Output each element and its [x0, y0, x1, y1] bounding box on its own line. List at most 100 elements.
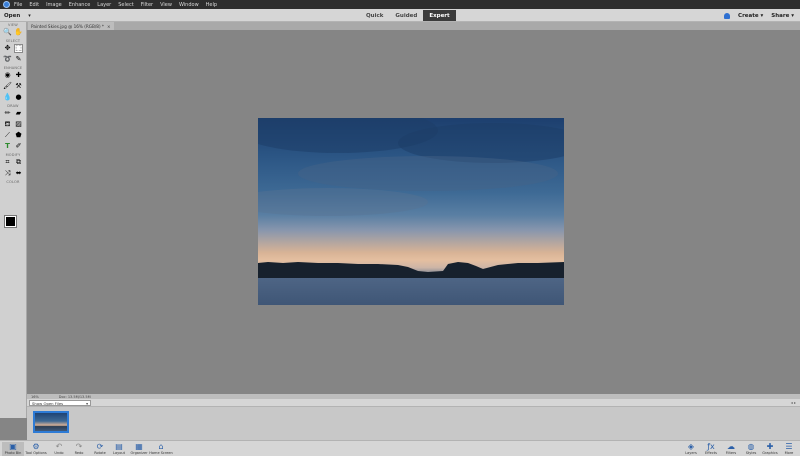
undo-icon: ↶ [55, 442, 63, 451]
water-surface [258, 278, 564, 305]
menu-edit[interactable]: Edit [29, 2, 39, 8]
create-button[interactable]: Create ▾ [738, 13, 763, 19]
content-aware-move-tool-icon[interactable]: ⤨ [3, 169, 12, 178]
sponge-tool-icon[interactable]: ● [14, 93, 23, 102]
type-tool-icon[interactable]: T [3, 142, 12, 151]
mode-quick[interactable]: Quick [360, 10, 389, 21]
undo-label: Undo [54, 451, 64, 455]
menu-image[interactable]: Image [46, 2, 62, 8]
organizer-label: Organizer [130, 451, 148, 455]
chevron-down-icon: ▾ [86, 400, 88, 406]
bottom-taskbar: ▣ Photo Bin ⚙ Tool Options ↶ Undo ↷ Redo… [0, 440, 800, 456]
show-files-select[interactable]: Show Open Files ▾ [29, 400, 91, 406]
cloud-shape [298, 156, 558, 191]
pencil-tool-icon[interactable]: ✐ [14, 142, 23, 151]
zoom-tool-icon[interactable]: 🔍 [3, 28, 12, 37]
filters-label: Filters [725, 451, 737, 455]
brush-tool-icon[interactable]: ✏ [3, 109, 12, 118]
crop-tool-icon[interactable]: ⌗ [3, 158, 12, 167]
lasso-tool-icon[interactable]: ➰ [3, 55, 12, 64]
photo-bin-header: Show Open Files ▾ ◂ ▸ [27, 399, 800, 407]
menu-file[interactable]: File [14, 2, 22, 8]
menu-window[interactable]: Window [179, 2, 199, 8]
photo-thumbnail[interactable] [33, 411, 69, 433]
rotate-label: Rotate [94, 451, 106, 455]
foreground-color-swatch[interactable] [4, 215, 17, 228]
paint-bucket-tool-icon[interactable]: ⛾ [3, 120, 12, 129]
home-screen-label: Home Screen [149, 451, 173, 455]
filters-icon: ☁ [727, 442, 735, 451]
straighten-tool-icon[interactable]: ⬌ [14, 169, 23, 178]
tool-options-button[interactable]: ⚙ Tool Options [25, 442, 47, 456]
share-button[interactable]: Share ▾ [771, 13, 794, 19]
menu-select[interactable]: Select [118, 2, 133, 8]
rotate-icon: ⟳ [96, 442, 104, 451]
mode-expert[interactable]: Expert [423, 10, 456, 21]
close-icon[interactable]: × [107, 24, 111, 29]
menu-layer[interactable]: Layer [97, 2, 111, 8]
eyedropper-tool-icon[interactable]: ⟋ [3, 131, 12, 140]
layout-label: Layout [113, 451, 125, 455]
photo-bin-panel [27, 407, 800, 440]
menu-view[interactable]: View [160, 2, 172, 8]
share-label: Share [771, 12, 790, 19]
quick-selection-tool-icon[interactable]: ✎ [14, 55, 23, 64]
mode-switcher: Quick Guided Expert [360, 10, 456, 21]
home-icon: ⌂ [158, 442, 164, 451]
menu-filter[interactable]: Filter [141, 2, 153, 8]
clone-stamp-tool-icon[interactable]: ⚒ [14, 82, 23, 91]
shape-tool-icon[interactable]: ⬟ [14, 131, 23, 140]
styles-icon: ◍ [747, 442, 755, 451]
more-icon: ☰ [785, 442, 793, 451]
styles-label: Styles [745, 451, 757, 455]
effects-button[interactable]: ƒx Effects [700, 442, 722, 456]
mode-bar: Open ▾ Quick Guided Expert Create ▾ Shar… [0, 9, 800, 22]
document-tab-bar: Painted Skies.jpg @ 16% (RGB/8) * × [27, 22, 800, 30]
marquee-tool-icon[interactable]: ⬚ [14, 44, 23, 53]
graphics-label: Graphics [762, 451, 778, 455]
layers-label: Layers [685, 451, 697, 455]
move-tool-icon[interactable]: ✥ [3, 44, 12, 53]
create-label: Create [738, 12, 759, 19]
hand-tool-icon[interactable]: ✋ [14, 28, 23, 37]
gradient-tool-icon[interactable]: ▨ [14, 120, 23, 129]
open-button[interactable]: Open ▾ [4, 11, 50, 20]
filters-button[interactable]: ☁ Filters [720, 442, 742, 456]
doc-info-readout: Doc: 13.5M/13.5M [58, 394, 91, 399]
layout-button[interactable]: ▤ Layout [108, 442, 130, 456]
menu-enhance[interactable]: Enhance [69, 2, 91, 8]
organizer-button[interactable]: ▦ Organizer [128, 442, 150, 456]
canvas-area[interactable] [27, 30, 800, 394]
eraser-tool-icon[interactable]: ▰ [14, 109, 23, 118]
header-right-tools: Create ▾ Share ▾ [724, 10, 794, 21]
document-image[interactable] [258, 118, 564, 305]
photo-bin-icon: ▣ [9, 442, 17, 451]
document-tab[interactable]: Painted Skies.jpg @ 16% (RGB/8) * × [28, 22, 114, 30]
graphics-icon: ✚ [766, 442, 774, 451]
recompose-tool-icon[interactable]: ⧉ [14, 158, 23, 167]
tool-options-label: Tool Options [25, 451, 47, 455]
more-button[interactable]: ☰ More [778, 442, 800, 456]
show-files-select-value: Show Open Files [32, 400, 64, 406]
section-enhance-label: ENHANCE [3, 66, 23, 70]
redo-button[interactable]: ↷ Redo [68, 442, 90, 456]
layout-icon: ▤ [115, 442, 123, 451]
effects-label: Effects [705, 451, 717, 455]
layers-icon: ◈ [687, 442, 695, 451]
blur-tool-icon[interactable]: 💧 [3, 93, 12, 102]
organizer-icon: ▦ [135, 442, 143, 451]
undo-button[interactable]: ↶ Undo [48, 442, 70, 456]
mode-guided[interactable]: Guided [389, 10, 423, 21]
spot-healing-tool-icon[interactable]: ✚ [14, 71, 23, 80]
photo-bin-button[interactable]: ▣ Photo Bin [2, 442, 24, 456]
open-label: Open [4, 12, 21, 19]
smart-brush-tool-icon[interactable]: 🖌 [3, 82, 12, 91]
bin-scroll-arrows-icon[interactable]: ◂ ▸ [791, 400, 796, 405]
effects-icon: ƒx [707, 442, 715, 451]
layers-button[interactable]: ◈ Layers [680, 442, 702, 456]
home-screen-button[interactable]: ⌂ Home Screen [149, 442, 173, 456]
redo-icon: ↷ [75, 442, 83, 451]
menu-help[interactable]: Help [206, 2, 217, 8]
red-eye-tool-icon[interactable]: ◉ [3, 71, 12, 80]
notification-bell-icon[interactable] [724, 12, 731, 19]
